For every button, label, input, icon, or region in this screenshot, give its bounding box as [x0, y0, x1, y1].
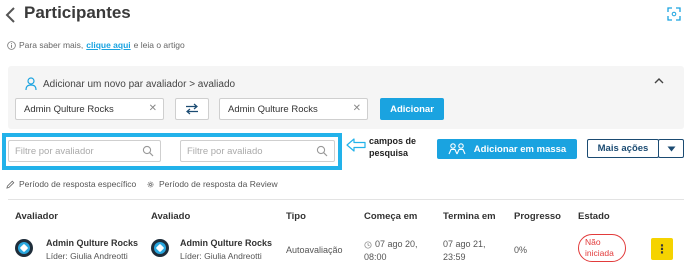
specific-period-label: Período de resposta específico	[19, 179, 137, 189]
more-actions-dropdown[interactable]	[658, 139, 684, 158]
header-progress[interactable]: Progresso	[514, 211, 561, 222]
clock-icon	[364, 240, 372, 249]
swap-icon	[186, 103, 198, 115]
search-icon	[142, 145, 154, 157]
clear-icon[interactable]: ✕	[149, 103, 157, 114]
mass-add-button[interactable]: Adicionar em massa	[437, 139, 577, 159]
expand-icon	[667, 7, 681, 21]
annotation-label: campos de pesquisa	[369, 135, 429, 159]
header-type[interactable]: Tipo	[286, 211, 306, 222]
header-status[interactable]: Estado	[578, 211, 610, 222]
specific-period-link[interactable]: Período de resposta específico	[6, 179, 136, 189]
evaluator-filter-placeholder: Filtre por avaliador	[15, 145, 94, 157]
start-cell[interactable]: 07 ago 20, 08:00	[364, 238, 418, 264]
evaluated-select[interactable]: Admin Qulture Rocks ✕	[219, 98, 368, 120]
end-time: 23:59	[443, 252, 466, 262]
back-chevron-icon	[5, 7, 15, 23]
header-start[interactable]: Começa em	[364, 211, 417, 222]
evaluated-cell: Admin Qulture Rocks Líder: Giulia Andreo…	[180, 238, 272, 261]
gear-icon	[147, 181, 154, 187]
expand-button[interactable]	[664, 4, 684, 24]
progress-cell: 0%	[514, 245, 528, 255]
avatar-logo-icon	[151, 239, 169, 257]
user-icon	[25, 77, 37, 91]
evaluated-name[interactable]: Admin Qulture Rocks	[180, 238, 272, 248]
add-button[interactable]: Adicionar	[380, 98, 444, 120]
end-date: 07 ago 21,	[443, 239, 486, 249]
header-evaluated[interactable]: Avaliado	[151, 211, 190, 222]
info-line: Para saber mais, clique aqui e leia o ar…	[7, 40, 185, 50]
start-date: 07 ago 20,	[375, 239, 418, 249]
annotation-line-1: campos de	[369, 136, 417, 146]
mass-add-label: Adicionar em massa	[473, 143, 567, 155]
evaluated-select-value: Admin Qulture Rocks	[228, 103, 318, 115]
status-line-2: iniciada	[585, 248, 614, 258]
evaluator-filter-input[interactable]: Filtre por avaliador	[8, 140, 161, 162]
swap-button[interactable]	[175, 98, 209, 120]
search-icon	[316, 145, 328, 157]
evaluated-leader: Líder: Giulia Andreotti	[180, 251, 262, 261]
evaluator-select-value: Admin Qulture Rocks	[24, 103, 114, 115]
review-period-label: Período de resposta da Review	[159, 179, 278, 189]
end-cell[interactable]: 07 ago 21, 23:59	[443, 238, 486, 264]
evaluated-filter-input[interactable]: Filtre por avaliado	[180, 140, 335, 162]
row-actions-button[interactable]: ⋮	[651, 238, 673, 260]
clear-icon[interactable]: ✕	[353, 103, 361, 114]
chevron-down-icon	[667, 146, 675, 151]
evaluated-filter-placeholder: Filtre por avaliado	[187, 145, 263, 157]
learn-more-link[interactable]: clique aqui	[86, 40, 130, 50]
group-icon	[448, 143, 466, 155]
info-suffix: e leia o artigo	[133, 40, 185, 50]
more-actions-button[interactable]: Mais ações	[587, 139, 659, 158]
info-icon	[7, 40, 16, 50]
collapse-button[interactable]	[652, 74, 666, 88]
header-end[interactable]: Termina em	[443, 211, 496, 222]
annotation-line-2: pesquisa	[369, 148, 409, 158]
add-pair-title-text: Adicionar um novo par avaliador > avalia…	[43, 78, 236, 90]
arrow-left-icon	[346, 138, 366, 152]
type-cell: Autoavaliação	[286, 245, 343, 255]
header-evaluator[interactable]: Avaliador	[15, 211, 58, 222]
evaluator-leader: Líder: Giulia Andreotti	[46, 251, 128, 261]
back-button[interactable]	[4, 6, 18, 24]
page-title: Participantes	[24, 3, 131, 22]
chevron-up-icon	[654, 78, 664, 84]
table-divider	[8, 199, 684, 200]
evaluator-cell: Admin Qulture Rocks Líder: Giulia Andreo…	[46, 238, 138, 261]
pencil-icon	[6, 180, 15, 189]
more-vertical-icon: ⋮	[656, 242, 668, 256]
add-pair-title: Adicionar um novo par avaliador > avalia…	[25, 77, 235, 91]
avatar-logo-icon	[15, 239, 33, 257]
evaluator-select[interactable]: Admin Qulture Rocks ✕	[15, 98, 164, 120]
status-badge: Não iniciada	[578, 234, 626, 262]
review-period-link[interactable]: Período de resposta da Review	[146, 179, 278, 189]
status-line-1: Não	[585, 237, 601, 247]
info-prefix: Para saber mais,	[19, 40, 84, 50]
evaluator-name[interactable]: Admin Qulture Rocks	[46, 238, 138, 248]
start-time: 08:00	[364, 252, 387, 262]
